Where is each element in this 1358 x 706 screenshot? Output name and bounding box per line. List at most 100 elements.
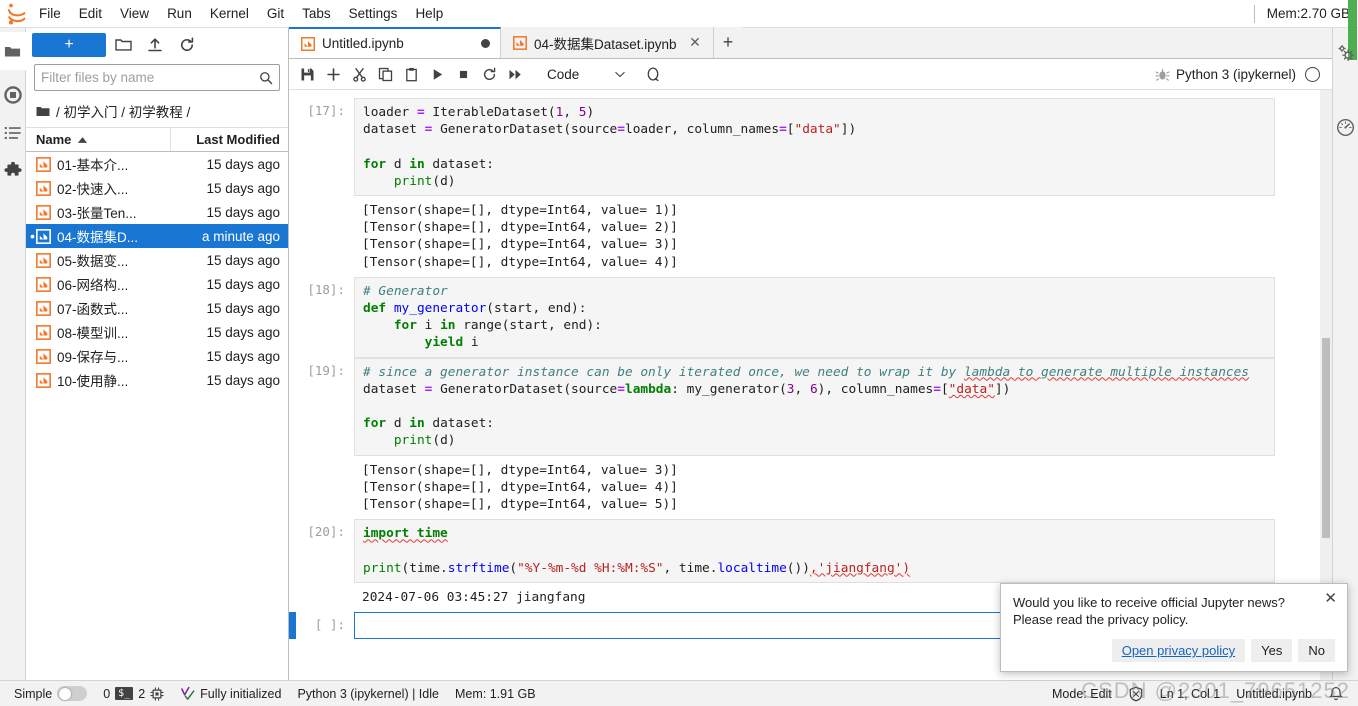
interrupt-kernel-button[interactable]	[451, 62, 476, 87]
column-header-name[interactable]: Name	[26, 132, 170, 147]
menu-settings[interactable]: Settings	[340, 2, 407, 25]
bug-icon[interactable]	[1150, 62, 1175, 87]
file-name-label: 03-张量Ten...	[57, 206, 137, 221]
editor-mode[interactable]: Mode: Edit	[1044, 687, 1120, 701]
sidebar-item-running[interactable]	[0, 76, 26, 114]
active-file-name: Untitled.ipynb	[1236, 686, 1312, 701]
close-icon[interactable]: ✕	[1324, 591, 1337, 606]
cell-prompt: [17]:	[307, 103, 345, 118]
file-modified: 15 days ago	[206, 180, 280, 196]
chevron-down-icon	[615, 71, 625, 77]
notebook-icon	[301, 36, 315, 51]
tab-untitled-ipynb[interactable]: Untitled.ipynb	[289, 27, 501, 58]
save-button[interactable]	[295, 62, 320, 87]
notification-line-2: Please read the privacy policy.	[1013, 612, 1189, 627]
kernel-status[interactable]: Python 3 (ipykernel) | Idle	[289, 687, 447, 701]
file-list-header: Name Last Modified	[26, 127, 288, 152]
sidebar-item-toc[interactable]	[0, 114, 26, 152]
notebook-cell[interactable]: [18]: # Generator def my_generator(start,…	[289, 276, 1320, 358]
menu-run[interactable]: Run	[158, 2, 201, 25]
copy-cell-button[interactable]	[373, 62, 398, 87]
list-item[interactable]: 07-函数式... 15 days ago	[26, 296, 288, 320]
tab-dirty-indicator[interactable]	[481, 39, 490, 48]
shield-off-icon[interactable]	[1120, 686, 1152, 702]
file-filter-box[interactable]	[34, 64, 280, 91]
cell-input-editor[interactable]: import time print(time.strftime("%Y-%m-%…	[354, 519, 1275, 583]
notebook-toolbar: Code Python 3 (ipykernel)	[289, 59, 1332, 90]
new-tab-button[interactable]: +	[714, 27, 742, 58]
refresh-icon[interactable]	[172, 32, 202, 58]
list-item[interactable]: 01-基本介... 15 days ago	[26, 152, 288, 176]
column-header-modified[interactable]: Last Modified	[170, 128, 288, 151]
notebook-cell[interactable]: [17]: loader = IterableDataset(1, 5) data…	[289, 98, 1320, 277]
no-button[interactable]: No	[1298, 639, 1335, 662]
cell-input-editor[interactable]: # since a generator instance can be only…	[354, 357, 1275, 456]
left-activity-bar	[0, 28, 26, 680]
new-launcher-button[interactable]: +	[32, 32, 106, 57]
notebook-icon	[513, 35, 527, 50]
menu-help[interactable]: Help	[406, 2, 452, 25]
close-icon[interactable]: ✕	[687, 34, 703, 51]
cell-input-editor[interactable]: # Generator def my_generator(start, end)…	[354, 276, 1275, 358]
file-name-label: 07-函数式...	[57, 302, 129, 317]
cut-cell-button[interactable]	[347, 62, 372, 87]
cell-type-dropdown[interactable]: Code	[539, 62, 631, 86]
sidebar-item-property-inspector[interactable]	[1333, 34, 1358, 72]
menu-git[interactable]: Git	[258, 2, 293, 25]
menu-edit[interactable]: Edit	[70, 2, 111, 25]
notebook-icon	[36, 348, 51, 364]
yes-button[interactable]: Yes	[1251, 639, 1293, 662]
file-modified: 15 days ago	[206, 252, 280, 268]
gauge-icon	[1336, 118, 1355, 136]
list-item[interactable]: 02-快速入... 15 days ago	[26, 176, 288, 200]
menu-kernel[interactable]: Kernel	[201, 2, 258, 25]
notebook-scrollbar-thumb[interactable]	[1322, 337, 1330, 538]
list-item[interactable]: 10-使用静... 15 days ago	[26, 368, 288, 392]
sidebar-item-debugger[interactable]	[1333, 108, 1358, 146]
restart-kernel-button[interactable]	[477, 62, 502, 87]
list-item[interactable]: 03-张量Ten... 15 days ago	[26, 200, 288, 224]
loop-icon[interactable]	[640, 62, 665, 87]
search-icon	[260, 71, 273, 84]
menu-bar: File Edit View Run Kernel Git Tabs Setti…	[0, 0, 1358, 28]
jupyterlab-window: File Edit View Run Kernel Git Tabs Setti…	[0, 0, 1358, 706]
list-item[interactable]: 06-网络构... 15 days ago	[26, 272, 288, 296]
menu-tabs[interactable]: Tabs	[293, 2, 340, 25]
list-item[interactable]: • 04-数据集D... a minute ago	[26, 224, 288, 248]
breadcrumb[interactable]: / 初学入门 / 初学教程 /	[26, 97, 288, 127]
insert-cell-button[interactable]	[321, 62, 346, 87]
run-cell-button[interactable]	[425, 62, 450, 87]
notebook-cell[interactable]: [19]: # since a generator instance can be…	[289, 357, 1320, 520]
stop-circle-icon	[3, 86, 22, 104]
file-name-label: 08-模型训...	[57, 326, 129, 341]
file-list: 01-基本介... 15 days ago 02-快速入... 15 days ago…	[26, 152, 288, 680]
sidebar-item-extensions[interactable]	[0, 152, 26, 190]
cell-input-editor[interactable]: loader = IterableDataset(1, 5) dataset =…	[354, 98, 1275, 197]
simple-interface-toggle[interactable]: Simple	[6, 686, 95, 701]
new-folder-icon[interactable]	[108, 32, 138, 58]
tab-04-dataset-ipynb[interactable]: 04-数据集Dataset.ipynb ✕	[501, 27, 714, 58]
gears-icon	[1337, 44, 1354, 62]
file-modified: 15 days ago	[206, 324, 280, 340]
puzzle-icon	[3, 162, 22, 176]
file-modified: 15 days ago	[206, 156, 280, 172]
search-input[interactable]	[41, 70, 259, 85]
toggle-switch[interactable]	[57, 686, 88, 701]
menu-view[interactable]: View	[111, 2, 158, 25]
cursor-position[interactable]: Ln 1, Col 1	[1152, 687, 1228, 701]
sidebar-item-file-browser[interactable]	[0, 32, 26, 70]
open-privacy-policy-button[interactable]: Open privacy policy	[1111, 639, 1246, 662]
bell-icon[interactable]	[1320, 686, 1352, 702]
list-item[interactable]: 05-数据变... 15 days ago	[26, 248, 288, 272]
file-name-label: 06-网络构...	[57, 278, 129, 293]
paste-cell-button[interactable]	[399, 62, 424, 87]
restart-run-all-button[interactable]	[503, 62, 528, 87]
file-name-label: 02-快速入...	[57, 182, 129, 197]
kernel-sessions-count[interactable]: 0 $_ 2	[95, 687, 172, 701]
kernel-idle-circle-icon[interactable]	[1305, 66, 1320, 82]
list-item[interactable]: 08-模型训... 15 days ago	[26, 320, 288, 344]
menu-file[interactable]: File	[30, 2, 70, 25]
kernel-name-label[interactable]: Python 3 (ipykernel)	[1176, 67, 1296, 82]
upload-icon[interactable]	[140, 32, 170, 58]
list-item[interactable]: 09-保存与... 15 days ago	[26, 344, 288, 368]
